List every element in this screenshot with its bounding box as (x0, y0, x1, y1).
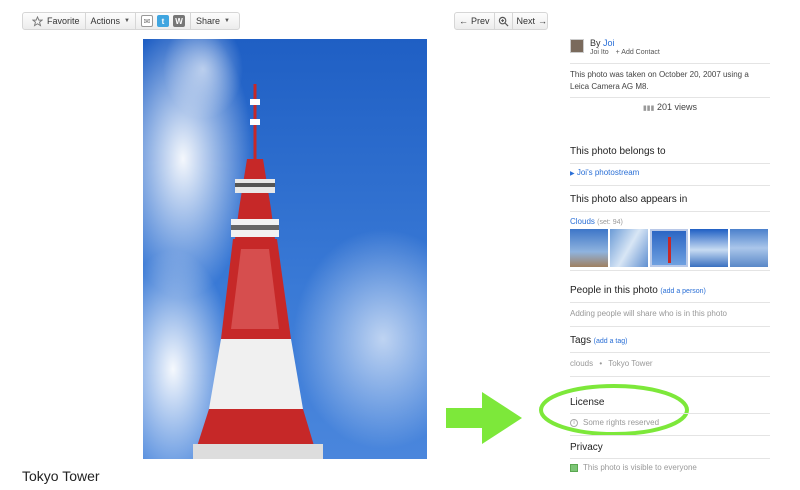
tag-list: clouds • Tokyo Tower (570, 359, 770, 368)
appears-heading: This photo also appears in (570, 194, 688, 205)
zoom-icon (498, 16, 509, 26)
avatar[interactable] (570, 39, 584, 53)
set-link[interactable]: Clouds (set: 94) (570, 217, 770, 226)
photo-info: This photo was taken on October 20, 2007… (570, 70, 749, 91)
tokyo-tower-image (143, 39, 427, 459)
favorite-button[interactable]: Favorite (27, 13, 85, 29)
views-count: ▮▮▮ 201 views (570, 102, 770, 116)
next-label: Next (516, 16, 536, 26)
privacy-checkbox-icon[interactable] (570, 463, 578, 472)
tag-item[interactable]: clouds (570, 359, 593, 368)
share-label: Share (195, 16, 221, 26)
annotation-arrow (446, 392, 522, 444)
star-icon (32, 15, 43, 27)
views-label: 201 views (657, 102, 698, 112)
people-note: Adding people will share who is in this … (570, 309, 727, 318)
chevron-down-icon: ▼ (224, 18, 230, 24)
divider (570, 185, 770, 186)
set-thumbnails (570, 229, 770, 269)
divider (570, 97, 770, 98)
people-header: People in this photo (add a person) (570, 285, 770, 296)
license-text: Some rights reserved (583, 418, 660, 427)
license-heading: License (570, 397, 605, 408)
zoom-button[interactable] (493, 13, 513, 29)
tags-header: Tags (add a tag) (570, 335, 770, 346)
belongs-heading: This photo belongs to (570, 146, 666, 157)
photo-toolbar: Favorite Actions ▼ ✉ t W Share ▼ (22, 12, 240, 30)
license-info[interactable]: i Some rights reserved (570, 418, 770, 427)
people-heading: People in this photo (570, 285, 658, 296)
tag-item[interactable]: Tokyo Tower (608, 359, 652, 368)
tags-heading: Tags (570, 335, 592, 346)
actions-label: Actions (90, 16, 121, 26)
triangle-right-icon: ▶ (570, 171, 575, 177)
set-thumbnail[interactable] (610, 229, 648, 267)
set-count: (set: 94) (597, 219, 623, 226)
email-icon[interactable]: ✉ (140, 15, 153, 27)
photostream-label: Joi's photostream (576, 168, 640, 177)
set-thumbnail[interactable] (730, 229, 768, 267)
chevron-down-icon: ▼ (124, 18, 130, 24)
set-thumbnail-current[interactable] (650, 229, 688, 267)
stats-icon: ▮▮▮ (642, 105, 655, 112)
divider (570, 270, 770, 271)
prev-label: Prev (471, 16, 490, 26)
photo-title: Tokyo Tower (22, 468, 100, 484)
share-icons: ✉ t W (136, 13, 190, 29)
tag-separator: • (599, 359, 603, 368)
set-name: Clouds (570, 217, 595, 226)
add-person-link[interactable]: (add a person) (660, 288, 706, 295)
privacy-info: This photo is visible to everyone (570, 463, 770, 472)
privacy-text: This photo is visible to everyone (583, 463, 697, 472)
share-menu[interactable]: Share ▼ (191, 13, 235, 29)
arrow-left-icon: ← (459, 16, 468, 26)
photo-pager: ← Prev Next → (454, 12, 548, 30)
favorite-label: Favorite (47, 16, 80, 26)
divider (570, 163, 770, 164)
divider (570, 302, 770, 303)
add-contact-link[interactable]: + Add Contact (616, 49, 660, 56)
divider (570, 413, 770, 414)
by-label: By (590, 38, 601, 48)
divider (570, 458, 770, 459)
set-thumbnail[interactable] (570, 229, 608, 267)
next-button[interactable]: Next → (513, 13, 552, 29)
wordpress-icon[interactable]: W (172, 15, 185, 27)
divider (570, 352, 770, 353)
divider (570, 435, 770, 436)
info-icon: i (570, 418, 578, 427)
arrow-right-icon: → (538, 16, 548, 26)
divider (570, 376, 770, 377)
actions-menu[interactable]: Actions ▼ (86, 13, 135, 29)
owner-link[interactable]: Joi (603, 38, 615, 48)
owner-fullname: Joi Ito (590, 49, 609, 56)
prev-button[interactable]: ← Prev (455, 13, 494, 29)
divider (570, 211, 770, 212)
divider (570, 63, 770, 64)
twitter-icon[interactable]: t (156, 15, 169, 27)
divider (570, 326, 770, 327)
privacy-heading: Privacy (570, 442, 603, 453)
sidebar: By Joi Joi Ito + Add Contact This photo … (570, 38, 770, 472)
owner-block: By Joi Joi Ito + Add Contact (570, 38, 770, 60)
photostream-link[interactable]: ▶ Joi's photostream (570, 168, 770, 177)
main-photo[interactable] (143, 39, 427, 459)
set-thumbnail[interactable] (690, 229, 728, 267)
add-tag-link[interactable]: (add a tag) (594, 338, 628, 345)
